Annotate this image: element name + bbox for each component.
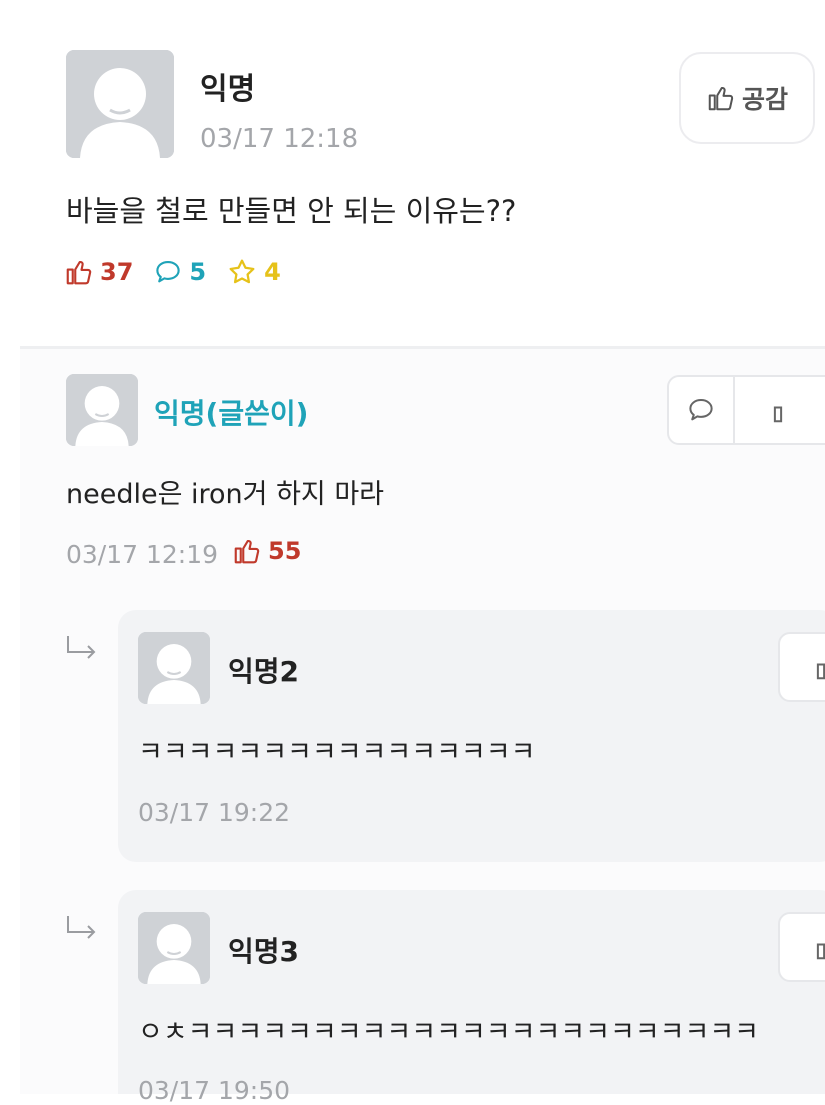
- reply-button[interactable]: [669, 377, 735, 443]
- reply-author: 익명2: [228, 655, 300, 688]
- thumbs-up-icon: [816, 943, 825, 960]
- reply-arrow-icon: [64, 912, 100, 952]
- reply-avatar: [138, 632, 210, 704]
- comment-body: needle은 iron거 하지 마라: [66, 479, 385, 510]
- thumbs-up-icon: [66, 260, 92, 285]
- thumbs-up-icon: [234, 539, 260, 564]
- like-count: 37: [100, 258, 134, 286]
- thumbs-up-icon: [816, 663, 825, 680]
- post-author: 익명: [200, 72, 256, 107]
- reply-timestamp: 03/17 19:22: [138, 798, 291, 827]
- comment-action-group: [667, 375, 825, 445]
- thumbs-up-icon: [773, 406, 783, 423]
- post-body: 바늘을 철로 만들면 안 되는 이유는??: [66, 194, 517, 228]
- speech-bubble-icon: [689, 399, 713, 421]
- avatar-icon: [138, 912, 210, 984]
- comment-like-button[interactable]: [735, 377, 825, 443]
- reply-avatar: [138, 912, 210, 984]
- like-button[interactable]: 공감: [679, 52, 815, 144]
- comment-author: 익명(글쓴이): [154, 397, 309, 430]
- comment-like-stat: 55: [232, 536, 301, 566]
- reply-author: 익명3: [228, 935, 300, 968]
- reply-timestamp: 03/17 19:50: [138, 1076, 291, 1105]
- post-stats: 37 5 4: [64, 256, 301, 288]
- reply-action-button[interactable]: [778, 912, 825, 982]
- comment-timestamp: 03/17 12:19: [66, 540, 219, 569]
- comment-like-count: 55: [268, 537, 302, 565]
- reply-card: [118, 890, 825, 1094]
- reply-action-button[interactable]: [778, 632, 825, 702]
- avatar-icon: [138, 632, 210, 704]
- post-timestamp: 03/17 12:18: [200, 124, 359, 154]
- reply-body: ㅇㅊㅋㅋㅋㅋㅋㅋㅋㅋㅋㅋㅋㅋㅋㅋㅋㅋㅋㅋㅋㅋㅋㅋㅋ: [138, 1017, 759, 1048]
- reply-body: ㅋㅋㅋㅋㅋㅋㅋㅋㅋㅋㅋㅋㅋㅋㅋㅋ: [138, 737, 536, 768]
- avatar-icon: [66, 374, 138, 446]
- comment-count-stat: 5: [153, 257, 206, 287]
- scrap-count-stat: 4: [226, 256, 281, 288]
- comment-avatar: [66, 374, 138, 446]
- avatar-icon: [66, 50, 174, 158]
- reply-arrow-icon: [64, 632, 100, 672]
- star-icon: [229, 259, 255, 284]
- post-avatar: [66, 50, 174, 158]
- like-count-stat: 37: [64, 257, 133, 287]
- like-button-label: 공감: [741, 85, 788, 114]
- thumbs-up-icon: [708, 87, 734, 111]
- scrap-count: 4: [264, 258, 281, 286]
- comment-count: 5: [189, 258, 207, 286]
- speech-bubble-icon: [156, 260, 181, 283]
